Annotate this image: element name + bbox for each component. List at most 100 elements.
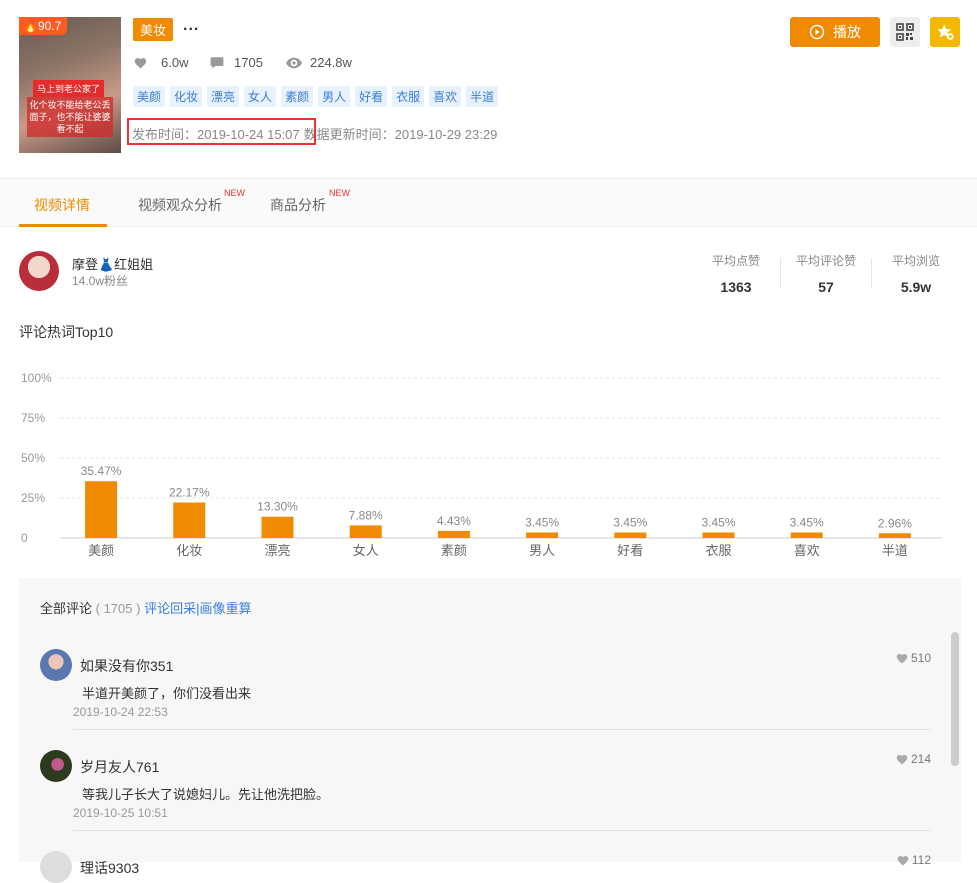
y-tick-label: 50% [21,451,45,465]
bar-value-label: 3.45% [790,515,824,529]
bar [790,532,823,538]
video-thumbnail[interactable]: 🔥90.7 马上到老公家了 化个妆不能给老公丢面子，也不能让婆婆看不起 [19,17,121,153]
hot-words-bar-chart: 0 25% 50% 75% 100% 35.47% 美颜 22.17% 化妆 13.30% 漂亮 7.… [21,371,942,558]
bar-value-label: 7.88% [349,508,383,522]
bar [261,516,294,538]
avg-views-label: 平均浏览 [891,254,940,268]
comments-header: 全部评论 ( 1705 ) 评论回采|画像重算 [40,598,251,617]
comments-scrollbar[interactable] [951,632,959,766]
y-tick-label: 25% [21,491,45,505]
commenter-avatar[interactable] [40,851,72,883]
tab-product-analysis[interactable]: 商品分析 [270,195,326,215]
heart-icon [896,754,908,764]
heart-icon [896,653,908,663]
commenter-name[interactable]: 岁月友人761 [80,757,159,777]
comments-title: 全部评论 [40,601,93,616]
tag[interactable]: 美颜 [133,86,166,107]
x-tick-label: 美颜 [88,543,114,558]
y-tick-label: 75% [21,411,45,425]
tag[interactable]: 素颜 [281,86,314,107]
highlight-box [127,118,316,145]
bar-value-label: 13.30% [257,500,298,514]
hot-words-title: 评论热词Top10 [19,324,114,340]
x-tick-label: 女人 [353,543,379,558]
more-icon[interactable]: ... [183,17,199,35]
tab-audience-analysis[interactable]: 视频观众分析 [138,195,222,215]
avg-likes-value: 1363 [720,279,752,295]
tag[interactable]: 好看 [355,86,388,107]
comment-likes[interactable]: 112 [897,853,931,867]
comment-date: 2019-10-25 10:51 [73,806,168,820]
x-tick-label: 化妆 [176,543,202,558]
tag[interactable]: 漂亮 [207,86,240,107]
tag[interactable]: 衣服 [392,86,425,107]
tab-video-detail[interactable]: 视频详情 [34,195,90,215]
y-tick-label: 0 [21,531,28,545]
bar [702,532,735,538]
recollect-link[interactable]: 评论回采|画像重算 [144,601,251,616]
bar-value-label: 3.45% [701,515,735,529]
thumbnail-caption: 化个妆不能给老公丢面子，也不能让婆婆看不起 [27,97,113,137]
category-badge: 美妆 [133,18,174,41]
divider [871,258,872,288]
commenter-name[interactable]: 理话9303 [80,858,139,878]
bar-value-label: 3.45% [525,515,559,529]
likes-count: 6.0w [161,55,189,70]
bar-value-label: 22.17% [169,486,210,500]
tag[interactable]: 女人 [244,86,277,107]
tag[interactable]: 喜欢 [429,86,462,107]
commenter-name[interactable]: 如果没有你351 [80,656,173,676]
avg-likes: 平均点赞 1363 [703,252,769,295]
bar [349,525,382,538]
star-add-icon [937,24,954,40]
active-tab-indicator [19,224,107,227]
comments-stat: 1705 [210,55,263,70]
play-button[interactable]: 播放 [790,17,880,47]
tag[interactable]: 化妆 [170,86,203,107]
qr-code-button[interactable] [890,17,920,47]
bar [878,533,911,538]
heart-icon [897,855,909,865]
comment-divider [73,729,931,730]
commenter-avatar[interactable] [40,750,72,782]
avg-views-value: 5.9w [900,279,932,295]
bar [85,481,118,538]
bar-value-label: 2.96% [878,516,912,530]
views-stat: 224.8w [286,55,352,70]
views-count: 224.8w [310,55,352,70]
bar-value-label: 3.45% [613,515,647,529]
divider [780,258,781,288]
x-tick-label: 半道 [882,543,908,558]
author-name[interactable]: 摩登👗红姐姐 [72,254,153,273]
bar [437,530,470,538]
bar-value-label: 35.47% [81,464,122,478]
favorite-button[interactable] [930,17,960,47]
eye-icon [286,57,302,68]
bar [526,532,559,538]
comment-likes-count: 510 [910,651,931,665]
comment-likes[interactable]: 510 [896,651,931,665]
play-button-label: 播放 [833,24,861,40]
avg-views: 平均浏览 5.9w [884,252,948,295]
comment-text: 等我儿子长大了说媳妇儿。先让他洗把脸。 [82,787,330,802]
x-tick-label: 喜欢 [794,543,820,558]
x-tick-label: 漂亮 [264,543,290,558]
comments-count: ( 1705 ) [95,601,141,616]
comment-likes[interactable]: 214 [896,752,931,766]
update-time: 数据更新时间：2019-10-29 23:29 [303,127,498,142]
x-tick-label: 男人 [529,543,555,558]
avg-comment-likes: 平均评论赞 57 [790,252,862,295]
tab-bar: 视频详情 视频观众分析 NEW 商品分析 NEW [0,178,977,227]
comment-divider [73,830,931,831]
x-tick-label: 衣服 [705,543,731,558]
bar-value-label: 4.43% [437,514,471,528]
commenter-avatar[interactable] [40,649,72,681]
tag[interactable]: 半道 [466,86,499,107]
tag[interactable]: 男人 [318,86,351,107]
author-fans: 14.0w粉丝 [72,274,129,288]
hot-score-badge: 🔥90.7 [19,17,68,35]
thumbnail-caption: 马上到老公家了 [33,80,105,97]
qr-code-icon [896,23,914,41]
author-avatar[interactable] [19,251,59,291]
likes-stat: 6.0w [134,55,188,70]
